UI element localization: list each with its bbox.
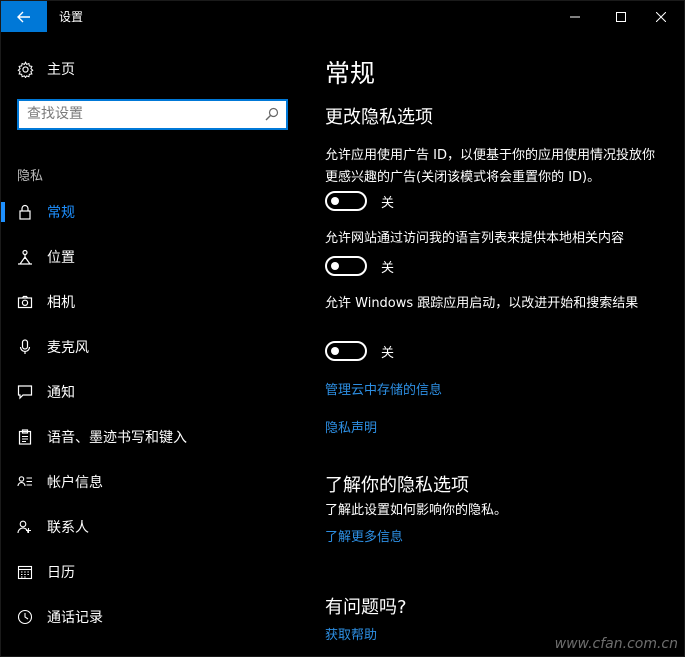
toggle-knob [331, 262, 339, 270]
microphone-icon [16, 338, 34, 356]
toggle-ad-id[interactable]: 关 [325, 191, 394, 211]
camera-icon [16, 293, 34, 311]
toggle-switch[interactable] [325, 191, 367, 211]
window-title: 设置 [59, 10, 84, 24]
sidebar-item-microphone[interactable]: 麦克风 [1, 333, 301, 361]
option-description: 允许应用使用广告 ID，以便基于你的应用使用情况投放你更感兴趣的广告(关闭该模式… [325, 148, 655, 185]
search-icon[interactable] [264, 106, 280, 122]
sidebar-item-home-label: 主页 [47, 62, 75, 78]
toggle-knob [331, 197, 339, 205]
sidebar-item-account-info[interactable]: 帐户信息 [1, 468, 301, 496]
sidebar-item-label: 位置 [47, 250, 75, 266]
sidebar-item-call-history[interactable]: 通话记录 [1, 603, 301, 631]
maximize-icon [616, 11, 626, 22]
clipboard-icon [16, 428, 34, 446]
search-box[interactable] [17, 99, 288, 130]
sidebar-item-notification[interactable]: 通知 [1, 378, 301, 406]
link-get-help[interactable]: 获取帮助 [325, 624, 377, 643]
sidebar-item-location[interactable]: 位置 [1, 243, 301, 271]
page-title: 常规 [325, 59, 376, 88]
watermark: www.cfan.com.cn [554, 636, 678, 652]
sidebar-item-label: 通话记录 [47, 610, 103, 626]
sidebar-item-calendar[interactable]: 日历 [1, 558, 301, 586]
minimize-icon [570, 16, 580, 17]
location-icon [16, 248, 34, 266]
toggle-app-launch-tracking[interactable]: 关 [325, 341, 394, 361]
sidebar-item-label: 语音、墨迹书写和键入 [47, 430, 187, 446]
link-manage-cloud-info[interactable]: 管理云中存储的信息 [325, 379, 442, 398]
sidebar-item-speech[interactable]: 语音、墨迹书写和键入 [1, 423, 301, 451]
call-history-icon [16, 608, 34, 626]
close-button[interactable] [638, 1, 684, 32]
sidebar-item-label: 通知 [47, 385, 75, 401]
link-privacy-statement[interactable]: 隐私声明 [325, 417, 377, 436]
sidebar-item-home[interactable]: 主页 [1, 55, 301, 83]
settings-window: 设置 主页 查找设置 隐私 常规 位置 相机 麦克风 通知 语音、墨迹书写和键入… [0, 0, 685, 657]
toggle-knob [331, 347, 339, 355]
toggle-switch[interactable] [325, 256, 367, 276]
toggle-state: 关 [381, 195, 395, 211]
selection-indicator [1, 202, 5, 222]
back-button[interactable] [1, 1, 47, 32]
section-label-privacy: 隐私 [17, 169, 44, 184]
sidebar-item-label: 麦克风 [47, 340, 89, 356]
calendar-icon [16, 563, 34, 581]
option-description: 允许网站通过访问我的语言列表来提供本地相关内容 [325, 231, 625, 246]
section-title: 更改隐私选项 [325, 107, 433, 128]
sidebar-item-label: 帐户信息 [47, 475, 103, 491]
gear-icon [16, 60, 34, 78]
sidebar-item-camera[interactable]: 相机 [1, 288, 301, 316]
toggle-language-list[interactable]: 关 [325, 256, 394, 276]
sidebar-item-label: 相机 [47, 295, 75, 311]
account-info-icon [16, 473, 34, 491]
close-icon [656, 11, 666, 22]
title-bar: 设置 [1, 1, 684, 32]
minimize-button[interactable] [552, 1, 598, 32]
back-arrow-icon [17, 11, 30, 22]
link-learn-more[interactable]: 了解更多信息 [325, 526, 403, 545]
learn-section-title: 了解你的隐私选项 [325, 475, 469, 496]
toggle-switch[interactable] [325, 341, 367, 361]
help-section-title: 有问题吗? [325, 597, 407, 618]
search-input[interactable] [27, 104, 257, 124]
contacts-icon [16, 518, 34, 536]
sidebar-item-label: 联系人 [47, 520, 89, 536]
lock-icon [16, 203, 34, 221]
toggle-state: 关 [381, 345, 395, 361]
notification-icon [16, 383, 34, 401]
option-description: 允许 Windows 跟踪应用启动，以改进开始和搜索结果 [325, 296, 639, 311]
sidebar-item-contacts[interactable]: 联系人 [1, 513, 301, 541]
toggle-state: 关 [381, 260, 395, 276]
sidebar-item-label: 常规 [47, 205, 75, 221]
learn-section-description: 了解此设置如何影响你的隐私。 [325, 503, 508, 518]
sidebar-item-label: 日历 [47, 565, 75, 581]
sidebar-item-general[interactable]: 常规 [1, 198, 301, 226]
